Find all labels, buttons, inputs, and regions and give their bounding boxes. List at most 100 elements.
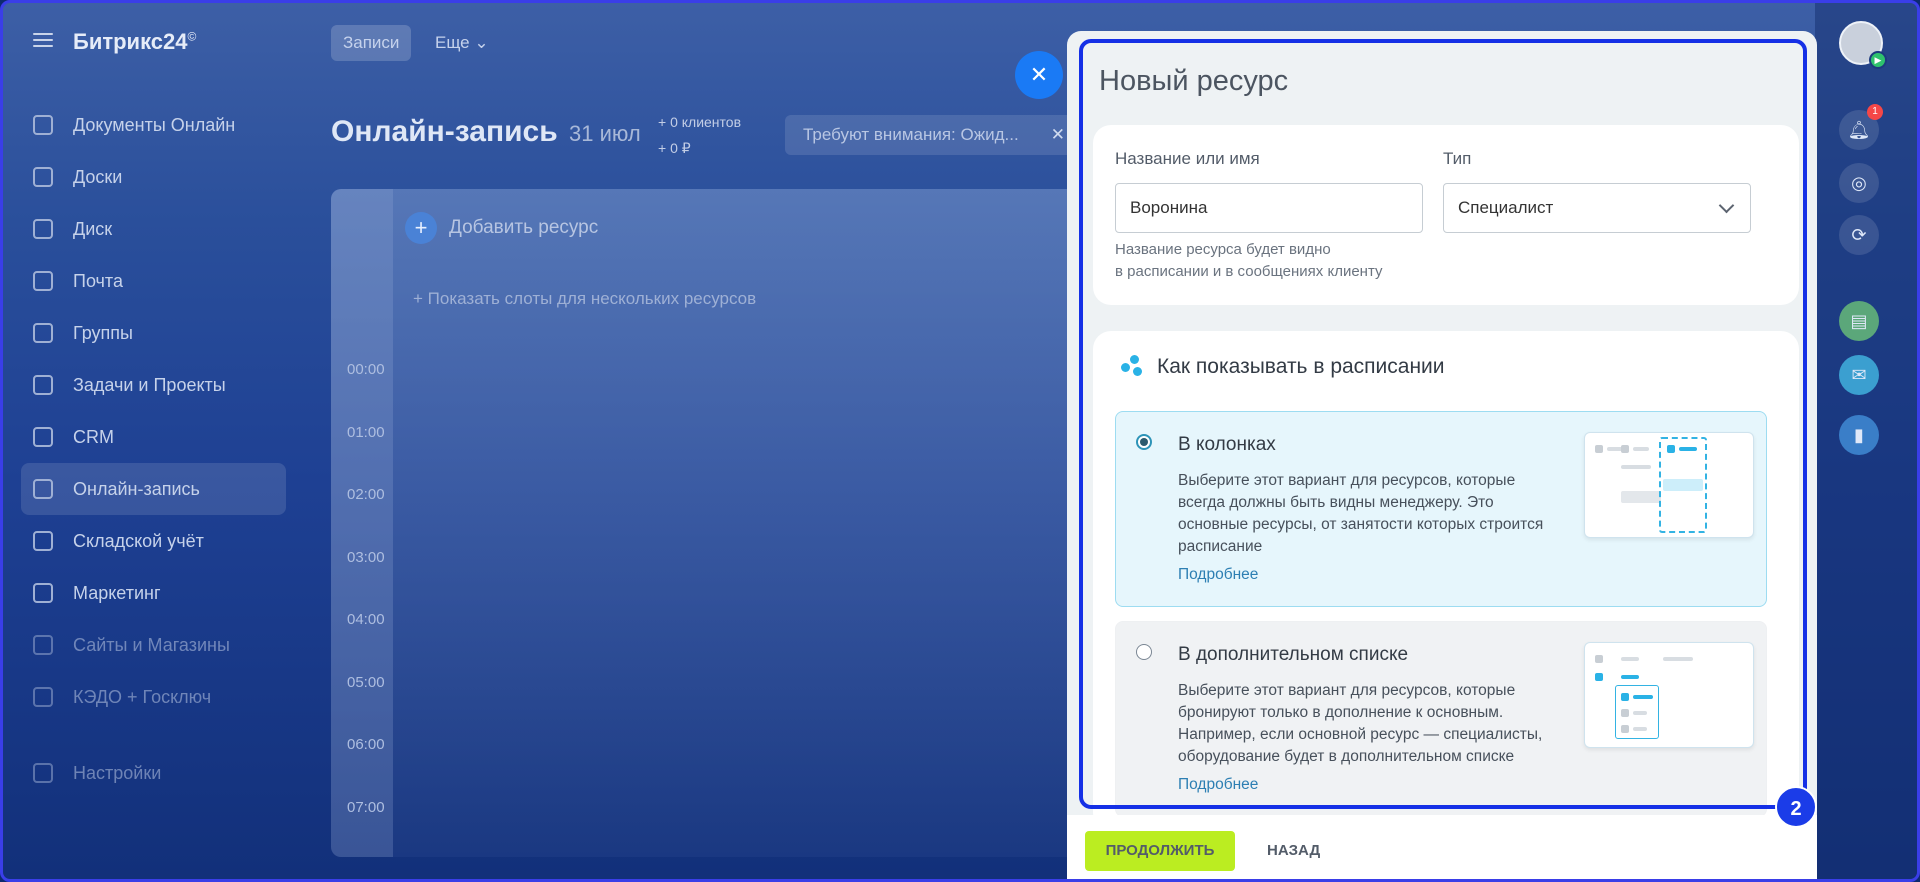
panel-footer: ПРОДОЛЖИТЬ НАЗАД: [1067, 815, 1817, 879]
spiral-icon: ◎: [1851, 173, 1867, 193]
time-label: 07:00: [347, 798, 385, 816]
attention-filter-label: Требуют внимания: Ожид...: [803, 125, 1019, 144]
clear-filter-icon[interactable]: ✕: [1051, 115, 1065, 155]
option-additional-list[interactable]: В дополнительном списке Выберите этот ва…: [1115, 621, 1767, 817]
radio-columns[interactable]: [1136, 434, 1152, 450]
kedo-icon: [33, 687, 53, 707]
option-title: В колонках: [1178, 434, 1276, 455]
back-button[interactable]: НАЗАД: [1255, 831, 1332, 871]
sidebar: Документы Онлайн Доски Диск Почта Группы…: [21, 99, 286, 799]
warehouse-icon: [33, 531, 53, 551]
app-shortcut-messages[interactable]: ✉: [1839, 355, 1879, 395]
display-mode-card: Как показывать в расписании В колонках В…: [1093, 331, 1799, 831]
option-description: Выберите этот вариант для ресурсов, кото…: [1178, 682, 1543, 765]
online-status-icon: ▶: [1869, 51, 1887, 69]
sidebar-item-mail[interactable]: Почта: [21, 255, 286, 307]
step-number-badge: 2: [1775, 786, 1817, 828]
close-icon: ✕: [1029, 62, 1049, 87]
option-description: Выберите этот вариант для ресурсов, кото…: [1178, 472, 1544, 555]
page-date[interactable]: 31 июл: [569, 121, 641, 147]
sidebar-item-groups[interactable]: Группы: [21, 307, 286, 359]
notification-badge: 1: [1867, 104, 1883, 120]
mail-icon: [33, 271, 53, 291]
sidebar-item-marketing[interactable]: Маркетинг: [21, 567, 286, 619]
time-label: 06:00: [347, 736, 385, 753]
bell-icon: 🔔︎: [1847, 120, 1871, 140]
type-label: Тип: [1443, 149, 1472, 168]
sidebar-item-kedo[interactable]: КЭДО + Госключ: [21, 671, 286, 723]
chat-button[interactable]: ⟳: [1839, 215, 1879, 255]
close-panel-button[interactable]: ✕: [1015, 51, 1063, 99]
sidebar-item-warehouse[interactable]: Складской учёт: [21, 515, 286, 567]
columns-preview-image: [1584, 432, 1754, 538]
learn-more-link[interactable]: Подробнее: [1178, 566, 1258, 584]
right-rail: ▶ 🔔︎ 1 ◎ ⟳ ▤ ✉ ▮: [1815, 3, 1917, 879]
sidebar-item-settings[interactable]: Настройки: [21, 747, 286, 799]
menu-icon[interactable]: [33, 33, 53, 47]
sidebar-item-documents[interactable]: Документы Онлайн: [21, 99, 286, 151]
page-title: Онлайн-запись: [331, 115, 558, 148]
add-resource-button[interactable]: + Добавить ресурс: [405, 212, 598, 244]
new-resource-panel: Новый ресурс Название или имя Воронина Н…: [1067, 31, 1817, 879]
sidebar-item-sites[interactable]: Сайты и Магазины: [21, 619, 286, 671]
time-label: 00:00: [347, 361, 385, 378]
tab-records[interactable]: Записи: [331, 25, 412, 61]
crm-icon: [33, 427, 53, 447]
avatar[interactable]: ▶: [1839, 21, 1887, 69]
app-shortcut-notes[interactable]: ▤: [1839, 301, 1879, 341]
screen-frame: Битрикс24© Записи Еще ⌄ Документы Онлайн…: [0, 0, 1920, 882]
sidebar-item-tasks[interactable]: Задачи и Проекты: [21, 359, 286, 411]
name-hint: Название ресурса будет видно в расписани…: [1115, 241, 1383, 280]
show-slots-link[interactable]: + Показать слоты для нескольких ресурсов: [413, 289, 756, 309]
app-shortcut-bookmark[interactable]: ▮: [1839, 415, 1879, 455]
time-label: 05:00: [347, 673, 385, 691]
resource-fields-card: Название или имя Воронина Название ресур…: [1093, 125, 1799, 305]
copilot-button[interactable]: ◎: [1839, 163, 1879, 203]
sidebar-item-boards[interactable]: Доски: [21, 151, 286, 203]
app-logo[interactable]: Битрикс24©: [73, 29, 196, 55]
notifications-button[interactable]: 🔔︎ 1: [1839, 104, 1883, 150]
attention-filter[interactable]: Требуют внимания: Ожид... ✕: [785, 115, 1075, 155]
document-icon: [33, 115, 53, 135]
disk-icon: [33, 219, 53, 239]
booking-icon: [33, 479, 53, 499]
notes-icon: ▤: [1850, 311, 1868, 331]
schedule-board: + Добавить ресурс + Показать слоты для н…: [331, 189, 1091, 857]
groups-icon: [33, 323, 53, 343]
time-label: 03:00: [347, 548, 385, 566]
display-mode-title: Как показывать в расписании: [1157, 355, 1445, 378]
time-column: 00:00 01:00 02:00 03:00 04:00 05:00 06:0…: [347, 361, 385, 861]
page-stats: + 0 клиентов + 0 ₽: [658, 109, 741, 161]
settings-icon: [33, 763, 53, 783]
option-title: В дополнительном списке: [1178, 644, 1409, 665]
amount-total: + 0 ₽: [658, 140, 691, 156]
radio-additional-list[interactable]: [1136, 644, 1152, 660]
time-label: 01:00: [347, 423, 385, 441]
chevron-down-icon: ⌄: [474, 33, 489, 52]
sidebar-item-booking[interactable]: Онлайн-запись: [21, 463, 286, 515]
name-label: Название или имя: [1115, 149, 1260, 168]
clients-count: + 0 клиентов: [658, 114, 742, 130]
time-label: 04:00: [347, 611, 385, 628]
option-columns[interactable]: В колонках Выберите этот вариант для рес…: [1115, 411, 1767, 607]
tab-more[interactable]: Еще ⌄: [423, 25, 501, 61]
time-label: 02:00: [347, 486, 385, 503]
panel-title: Новый ресурс: [1099, 65, 1289, 97]
board-icon: [33, 167, 53, 187]
sites-icon: [33, 635, 53, 655]
chevron-down-icon: [1718, 197, 1735, 214]
message-icon: ✉: [1851, 365, 1867, 385]
learn-more-link[interactable]: Подробнее: [1178, 776, 1258, 794]
name-field[interactable]: Воронина: [1115, 183, 1423, 233]
sidebar-item-crm[interactable]: CRM: [21, 411, 286, 463]
chat-sync-icon: ⟳: [1851, 225, 1867, 245]
sidebar-item-disk[interactable]: Диск: [21, 203, 286, 255]
marketing-icon: [33, 583, 53, 603]
plus-icon: +: [405, 212, 437, 244]
bookmark-icon: ▮: [1854, 425, 1864, 445]
additional-list-preview-image: [1584, 642, 1754, 748]
sparkle-icon: [1121, 355, 1145, 379]
type-select[interactable]: Специалист: [1443, 183, 1751, 233]
tasks-icon: [33, 375, 53, 395]
continue-button[interactable]: ПРОДОЛЖИТЬ: [1085, 831, 1235, 871]
